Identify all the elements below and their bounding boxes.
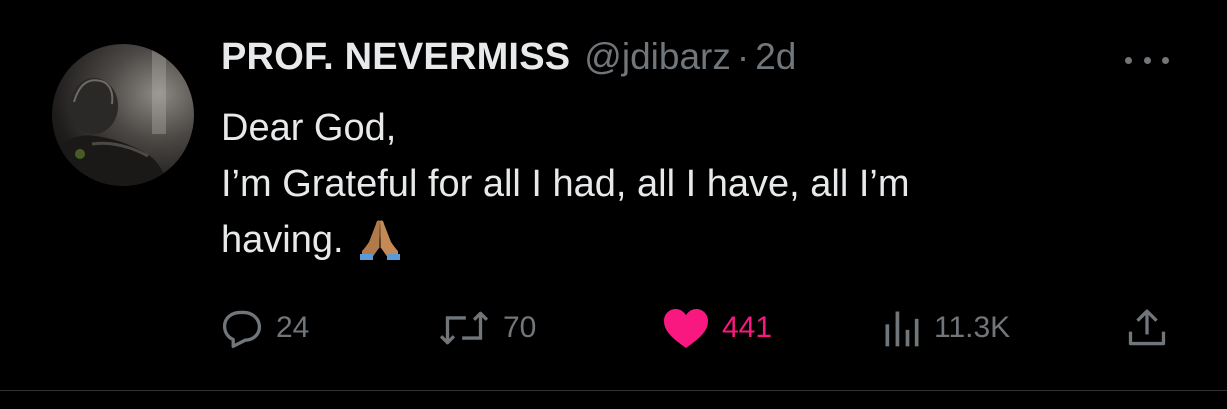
author-handle[interactable]: @jdibarz	[584, 36, 731, 78]
tweet-text: Dear God, I’m Grateful for all I had, al…	[221, 100, 1141, 276]
tweet-text-line: Dear God,	[221, 107, 397, 149]
share-button[interactable]	[1125, 300, 1169, 356]
tweet-header: PROF. NEVERMISS @jdibarz · 2d	[221, 36, 796, 84]
more-dot	[1125, 56, 1132, 64]
share-icon	[1128, 309, 1166, 346]
author-name[interactable]: PROF. NEVERMISS	[221, 36, 570, 79]
avatar[interactable]	[52, 44, 194, 186]
reply-button[interactable]: 24	[220, 300, 309, 356]
tweet-text-line-last: having.	[221, 212, 1141, 276]
avatar-image	[52, 44, 168, 186]
tweet[interactable]: PROF. NEVERMISS @jdibarz · 2d Dear God, …	[0, 0, 1227, 391]
retweet-count: 70	[503, 311, 537, 344]
action-bar: 24 70 441 11.3K	[220, 300, 1180, 356]
more-options-icon[interactable]	[1125, 50, 1169, 70]
retweet-button[interactable]: 70	[437, 300, 536, 356]
timestamp[interactable]: 2d	[755, 36, 796, 78]
tweet-text-line: having.	[221, 219, 344, 261]
folded-hands-emoji-icon	[358, 218, 402, 276]
heart-icon	[664, 309, 708, 348]
more-dot	[1162, 56, 1169, 64]
views-icon	[885, 311, 919, 347]
reply-count: 24	[276, 311, 310, 344]
more-dot	[1143, 56, 1151, 64]
separator-dot: ·	[736, 36, 750, 77]
retweet-icon	[439, 311, 489, 345]
like-button[interactable]: 441	[662, 300, 772, 356]
reply-icon	[222, 310, 262, 348]
views-button[interactable]: 11.3K	[882, 300, 1010, 356]
tweet-text-line: I’m Grateful for all I had, all I have, …	[221, 163, 910, 205]
view-count: 11.3K	[934, 311, 1011, 344]
like-count: 441	[722, 311, 773, 344]
